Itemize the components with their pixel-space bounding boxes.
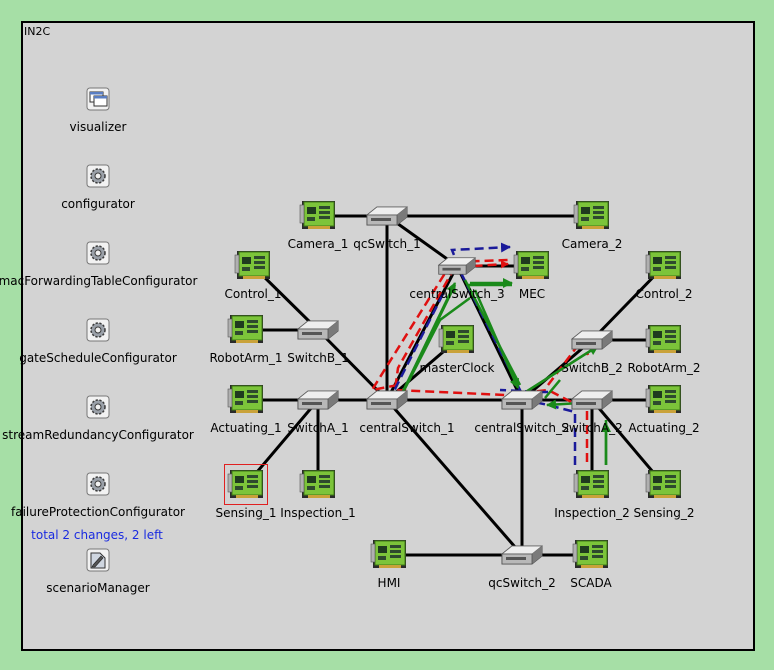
gear-icon	[86, 318, 110, 342]
node-label: qcSwitch_2	[488, 576, 556, 590]
node-label: RobotArm_1	[209, 351, 283, 365]
network-card-icon	[572, 199, 612, 233]
network-card-icon	[644, 323, 684, 357]
ethernet-switch-icon	[296, 317, 340, 343]
node-label: Sensing_2	[633, 506, 695, 520]
module-label: streamRedundancyConfigurator	[2, 428, 194, 442]
node-label: HMI	[377, 576, 401, 590]
ethernet-switch-icon	[365, 203, 409, 229]
node-label: Sensing_1	[215, 506, 277, 520]
gear-icon	[86, 164, 110, 188]
network-card-icon	[572, 468, 612, 502]
node-label: qcSwitch_1	[353, 237, 421, 251]
ethernet-switch-icon	[570, 327, 614, 353]
module-label: scenarioManager	[46, 581, 150, 595]
node-label: Camera_2	[561, 237, 623, 251]
ethernet-switch-icon	[500, 387, 544, 413]
node-label: Control_1	[224, 287, 282, 301]
node-label: RobotArm_2	[627, 361, 701, 375]
network-card-icon	[512, 249, 552, 283]
module-label: gateScheduleConfigurator	[19, 351, 177, 365]
node-label: SwitchA_2	[561, 421, 623, 435]
gear-icon	[86, 395, 110, 419]
node-label: centralSwitch_1	[359, 421, 455, 435]
node-label: Inspection_1	[280, 506, 356, 520]
node-label: MEC	[518, 287, 546, 301]
scenario-status-text: total 2 changes, 2 left	[31, 528, 163, 542]
network-card-icon	[298, 468, 338, 502]
node-label: SCADA	[570, 576, 612, 590]
node-label: centralSwitch_2	[474, 421, 570, 435]
node-label: SwitchB_1	[287, 351, 349, 365]
node-label: centralSwitch_3	[409, 287, 505, 301]
node-label: SwitchA_1	[287, 421, 349, 435]
module-label: macForwardingTableConfigurator	[0, 274, 198, 288]
ethernet-switch-icon	[296, 387, 340, 413]
module-label: visualizer	[69, 120, 127, 134]
node-label: Control_2	[635, 287, 693, 301]
module-label: configurator	[61, 197, 135, 211]
node-label: masterClock	[419, 361, 495, 375]
network-card-icon	[233, 249, 273, 283]
gear-icon	[86, 241, 110, 265]
network-card-icon	[644, 249, 684, 283]
module-label: failureProtectionConfigurator	[11, 505, 185, 519]
network-card-icon	[369, 538, 409, 572]
node-label: Camera_1	[287, 237, 349, 251]
ethernet-switch-icon	[437, 254, 477, 278]
network-card-icon	[644, 383, 684, 417]
ethernet-switch-icon	[365, 387, 409, 413]
node-label: SwitchB_2	[561, 361, 623, 375]
node-label: Inspection_2	[554, 506, 630, 520]
network-card-icon	[571, 538, 611, 572]
network-card-icon	[644, 468, 684, 502]
ethernet-switch-icon	[570, 387, 614, 413]
visualizer-icon	[86, 87, 110, 111]
node-label: Actuating_1	[210, 421, 282, 435]
network-card-icon	[298, 199, 338, 233]
network-card-icon	[226, 313, 266, 347]
network-card-icon	[226, 383, 266, 417]
network-card-icon	[226, 468, 266, 502]
scenario-icon	[86, 548, 110, 572]
node-label: Actuating_2	[628, 421, 700, 435]
ethernet-switch-icon	[500, 542, 544, 568]
gear-icon	[86, 472, 110, 496]
network-card-icon	[437, 323, 477, 357]
